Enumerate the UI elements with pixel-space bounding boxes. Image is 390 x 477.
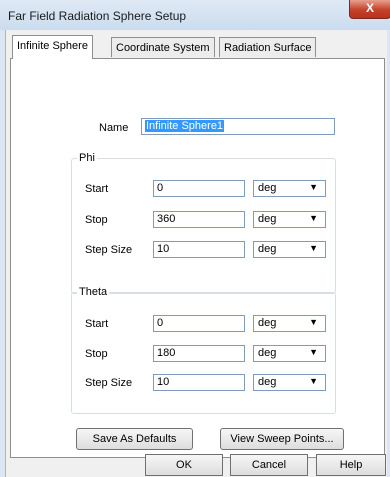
phi-start-unit-select[interactable]: deg ▼ <box>253 180 326 197</box>
phi-stop-label: Stop <box>85 214 108 226</box>
title-bar[interactable]: Far Field Radiation Sphere Setup X <box>0 0 390 30</box>
theta-step-unit-select[interactable]: deg ▼ <box>253 374 326 391</box>
theta-step-label: Step Size <box>85 377 133 389</box>
theta-start-label: Start <box>85 318 109 330</box>
tab-infinite-sphere[interactable]: Infinite Sphere <box>12 35 93 59</box>
window-title: Far Field Radiation Sphere Setup <box>8 9 187 23</box>
tab-label: Infinite Sphere <box>17 40 88 52</box>
chevron-down-icon: ▼ <box>309 347 318 357</box>
view-sweep-points-button[interactable]: View Sweep Points... <box>220 428 344 450</box>
theta-stop-unit-select[interactable]: deg ▼ <box>253 345 326 362</box>
theta-group: Theta Start 0 deg ▼ Stop 180 deg ▼ Step … <box>71 286 336 414</box>
dialog-body: Infinite Sphere Coordinate System Radiat… <box>5 30 387 477</box>
theta-start-input[interactable]: 0 <box>153 315 245 332</box>
tab-label: Coordinate System <box>116 42 210 54</box>
phi-step-input[interactable]: 10 <box>153 241 245 258</box>
theta-stop-label: Stop <box>85 348 108 360</box>
theta-step-input[interactable]: 10 <box>153 374 245 391</box>
chevron-down-icon: ▼ <box>309 317 318 327</box>
phi-step-label: Step Size <box>85 244 133 256</box>
phi-group-title: Phi <box>77 152 97 164</box>
chevron-down-icon: ▼ <box>309 376 318 386</box>
ok-button[interactable]: OK <box>145 454 223 476</box>
tab-radiation-surface[interactable]: Radiation Surface <box>219 37 317 57</box>
tab-coordinate-system[interactable]: Coordinate System <box>111 37 215 57</box>
theta-group-title: Theta <box>77 286 110 298</box>
name-input[interactable]: Infinite Sphere1 <box>141 118 335 135</box>
phi-step-unit-select[interactable]: deg ▼ <box>253 241 326 258</box>
close-button[interactable]: X <box>349 0 390 19</box>
help-button[interactable]: Help <box>316 454 386 476</box>
unit-value: deg <box>258 243 277 255</box>
phi-stop-unit-select[interactable]: deg ▼ <box>253 211 326 228</box>
name-value: Infinite Sphere1 <box>145 120 225 132</box>
chevron-down-icon: ▼ <box>309 213 318 223</box>
cancel-button[interactable]: Cancel <box>230 454 308 476</box>
theta-start-unit-select[interactable]: deg ▼ <box>253 315 326 332</box>
tab-panel: Name Infinite Sphere1 Phi Start 0 deg ▼ … <box>10 58 385 458</box>
phi-start-input[interactable]: 0 <box>153 180 245 197</box>
phi-start-label: Start <box>85 183 109 195</box>
phi-group: Phi Start 0 deg ▼ Stop 360 deg ▼ Step Si… <box>71 152 336 294</box>
tab-label: Radiation Surface <box>224 42 312 54</box>
unit-value: deg <box>258 376 277 388</box>
theta-stop-input[interactable]: 180 <box>153 345 245 362</box>
unit-value: deg <box>258 213 277 225</box>
save-as-defaults-button[interactable]: Save As Defaults <box>76 428 193 450</box>
chevron-down-icon: ▼ <box>309 243 318 253</box>
chevron-down-icon: ▼ <box>309 182 318 192</box>
unit-value: deg <box>258 347 277 359</box>
phi-stop-input[interactable]: 360 <box>153 211 245 228</box>
unit-value: deg <box>258 182 277 194</box>
name-label: Name <box>99 122 129 134</box>
unit-value: deg <box>258 317 277 329</box>
